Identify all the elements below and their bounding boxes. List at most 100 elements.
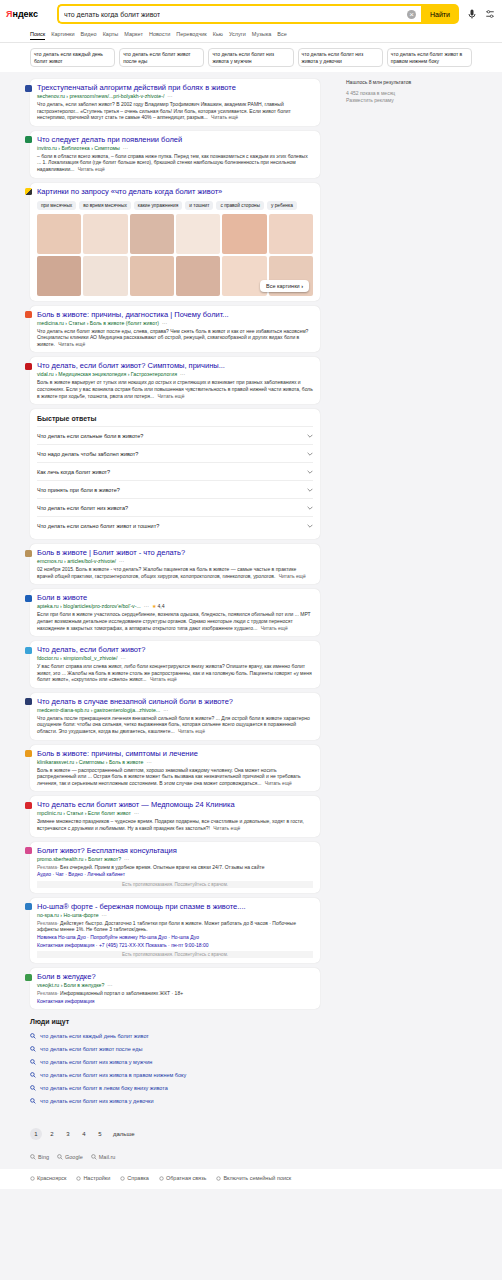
related-query[interactable]: что делать если каждый день болит живот bbox=[30, 1029, 320, 1042]
footer-link[interactable]: Включить семейный поиск bbox=[216, 1175, 291, 1181]
engine-link[interactable]: Mail.ru bbox=[91, 1154, 116, 1160]
menu-button[interactable]: ··· bbox=[163, 707, 168, 714]
result-title[interactable]: Боли в животе bbox=[37, 593, 87, 603]
result-url[interactable]: no-spa.ru › Но-шпа-форте··· bbox=[37, 912, 313, 919]
footer-link[interactable]: Справка bbox=[120, 1175, 149, 1181]
result-title[interactable]: Трехступенчатый алгоритм действий при бо… bbox=[37, 83, 236, 93]
read-more-link[interactable]: Читать ещё bbox=[158, 393, 185, 399]
search-field[interactable]: что делать когда болит живот× bbox=[57, 4, 421, 24]
result-title[interactable]: Что делать, если болит живот? Симптомы, … bbox=[37, 361, 225, 371]
image-thumbnail[interactable] bbox=[130, 214, 174, 254]
service-tab[interactable]: Картинки bbox=[51, 31, 74, 40]
images-title[interactable]: Картинки по запросу «что делать когда бо… bbox=[37, 187, 222, 197]
result-title[interactable]: Боль в животе: причины, симптомы и лечен… bbox=[37, 749, 198, 759]
service-tab[interactable]: Маркет bbox=[124, 31, 143, 40]
result-title[interactable]: Боль в животе: причины, диагностика | По… bbox=[37, 310, 229, 320]
footer-link[interactable]: Обратная связь bbox=[159, 1175, 207, 1181]
image-thumbnail[interactable] bbox=[222, 214, 266, 254]
service-tab[interactable]: Кью bbox=[213, 31, 223, 40]
image-chip[interactable]: и тошнит bbox=[185, 201, 213, 210]
image-thumbnail[interactable] bbox=[37, 214, 81, 254]
page-button[interactable]: 1 bbox=[30, 1128, 42, 1140]
image-thumbnail[interactable] bbox=[83, 214, 127, 254]
suggestion-chip[interactable]: что делать если болит живот в правом ниж… bbox=[387, 48, 472, 67]
related-query[interactable]: что делать если болит низ живота у девоч… bbox=[30, 1094, 320, 1107]
image-chip[interactable]: какие упражнения bbox=[134, 201, 182, 210]
image-thumbnail[interactable] bbox=[176, 256, 220, 296]
menu-button[interactable]: ··· bbox=[120, 655, 125, 662]
read-more-link[interactable]: Читать ещё bbox=[150, 676, 177, 682]
result-url[interactable]: emcmos.ru › articles/bol-v-zhivote/··· bbox=[37, 558, 313, 565]
service-tab[interactable]: Переводчик bbox=[176, 31, 206, 40]
image-chip[interactable]: во время месячных bbox=[79, 201, 131, 210]
ad-sitelinks[interactable]: Новинка Но-шпа Дуо · Попробуйте новинку … bbox=[37, 934, 313, 941]
quick-answer-row[interactable]: Что делать если болит низ живота? bbox=[37, 498, 313, 516]
menu-button[interactable]: ··· bbox=[167, 93, 172, 100]
suggestion-chip[interactable]: что делать если болит низ живота у мужчи… bbox=[208, 48, 293, 67]
quick-answer-row[interactable]: Что принять при боли в животе? bbox=[37, 480, 313, 498]
result-url[interactable]: mpclinic.ru › Статьи › Если болит живот·… bbox=[37, 810, 313, 817]
result-title[interactable]: Боль в животе | Болит живот - что делать… bbox=[37, 548, 185, 558]
quick-answer-row[interactable]: Что делать если сильно болит живот и тош… bbox=[37, 516, 313, 534]
menu-button[interactable]: ··· bbox=[119, 558, 124, 565]
read-more-link[interactable]: Читать ещё bbox=[261, 625, 288, 631]
image-thumbnail[interactable] bbox=[130, 256, 174, 296]
related-query[interactable]: что делать если болит живот после еды bbox=[30, 1042, 320, 1055]
ad-contact[interactable]: Контактная информация bbox=[37, 998, 313, 1005]
result-url[interactable]: medcentr-diana-spb.ru › gastroenterologi… bbox=[37, 707, 313, 714]
read-more-link[interactable]: Читать ещё bbox=[211, 114, 238, 120]
ad-sitelinks[interactable]: Аудио · Чат · Видео · Личный кабинет bbox=[37, 871, 313, 878]
service-tab[interactable]: Поиск bbox=[30, 31, 45, 40]
clear-button[interactable]: × bbox=[407, 10, 416, 19]
quick-answer-row[interactable]: Как лечь когда болит живот? bbox=[37, 462, 313, 480]
result-url[interactable]: klinikarassvet.ru › Симптомы › Боль в жи… bbox=[37, 759, 313, 766]
footer-link[interactable]: Красноярск bbox=[30, 1175, 66, 1181]
page-button[interactable]: 2 bbox=[46, 1128, 58, 1140]
advertise-link[interactable]: Разместить рекламу bbox=[346, 97, 394, 103]
read-more-link[interactable]: Читать ещё bbox=[213, 825, 240, 831]
result-title[interactable]: Что делать в случае внезапной сильной бо… bbox=[37, 697, 233, 707]
result-url[interactable]: sechenov.ru › pressroom/news/...pri-boly… bbox=[37, 93, 313, 100]
result-title[interactable]: Боли в желудке? bbox=[37, 972, 96, 982]
quick-answer-row[interactable]: Что надо делать чтобы заболел живот? bbox=[37, 444, 313, 462]
read-more-link[interactable]: Читать ещё bbox=[58, 341, 85, 347]
related-query[interactable]: что делать если болит в левом боку внизу… bbox=[30, 1081, 320, 1094]
read-more-link[interactable]: Читать ещё bbox=[178, 728, 205, 734]
suggestion-chip[interactable]: что делать если каждый день болит живот bbox=[30, 48, 115, 67]
suggestion-chip[interactable]: что делать если болит живот после еды bbox=[119, 48, 204, 67]
result-url[interactable]: apteka.ru › blog/articles/pro-zdorov'e/b… bbox=[37, 603, 313, 610]
ad-contact[interactable]: Контактная информация · +7 (495) 721-XX-… bbox=[37, 942, 313, 949]
service-tab[interactable]: Видео bbox=[81, 31, 97, 40]
result-url[interactable]: promo.sberhealth.ru › Болит живот?··· bbox=[37, 856, 313, 863]
image-chip[interactable]: с правой стороны bbox=[216, 201, 263, 210]
result-url[interactable]: medicina.ru › Статьи › Боль в животе (бо… bbox=[37, 320, 313, 327]
service-tab[interactable]: Музыка bbox=[252, 31, 271, 40]
result-title[interactable]: Что делать, если болит живот? bbox=[37, 645, 145, 655]
result-url[interactable]: fdoctor.ru › simptom/bol_v_zhivote/··· bbox=[37, 655, 313, 662]
image-thumbnail[interactable] bbox=[83, 256, 127, 296]
microphone-icon[interactable] bbox=[466, 8, 478, 20]
all-images-button[interactable]: Все картинки › bbox=[260, 280, 309, 292]
menu-button[interactable]: ··· bbox=[147, 759, 152, 766]
service-tab[interactable]: Новости bbox=[149, 31, 170, 40]
menu-button[interactable]: ··· bbox=[162, 320, 167, 327]
engine-link[interactable]: Google bbox=[57, 1154, 83, 1160]
footer-link[interactable]: Настройки bbox=[76, 1175, 110, 1181]
filter-icon[interactable] bbox=[484, 8, 496, 20]
menu-button[interactable]: ··· bbox=[124, 856, 129, 863]
next-page-button[interactable]: дальше bbox=[110, 1128, 138, 1140]
menu-button[interactable]: ··· bbox=[144, 603, 149, 610]
result-url[interactable]: vidal.ru › Медицинская энциклопедия › Га… bbox=[37, 371, 313, 378]
related-query[interactable]: что делать если болит низ живота в право… bbox=[30, 1068, 320, 1081]
service-tab[interactable]: Услуги bbox=[229, 31, 246, 40]
image-thumbnail[interactable] bbox=[37, 256, 81, 296]
related-query[interactable]: что делать если болит низ живота у мужчи… bbox=[30, 1055, 320, 1068]
menu-button[interactable]: ··· bbox=[134, 810, 139, 817]
service-tab[interactable]: Карты bbox=[103, 31, 119, 40]
image-chip[interactable]: у ребенка bbox=[267, 201, 297, 210]
quick-answer-row[interactable]: Что делать если сильные боли в животе? bbox=[37, 426, 313, 444]
menu-button[interactable]: ··· bbox=[180, 371, 185, 378]
result-title[interactable]: Болит живот? Бесплатная консультация bbox=[37, 846, 177, 856]
read-more-link[interactable]: Читать ещё bbox=[265, 780, 292, 786]
page-button[interactable]: 4 bbox=[78, 1128, 90, 1140]
